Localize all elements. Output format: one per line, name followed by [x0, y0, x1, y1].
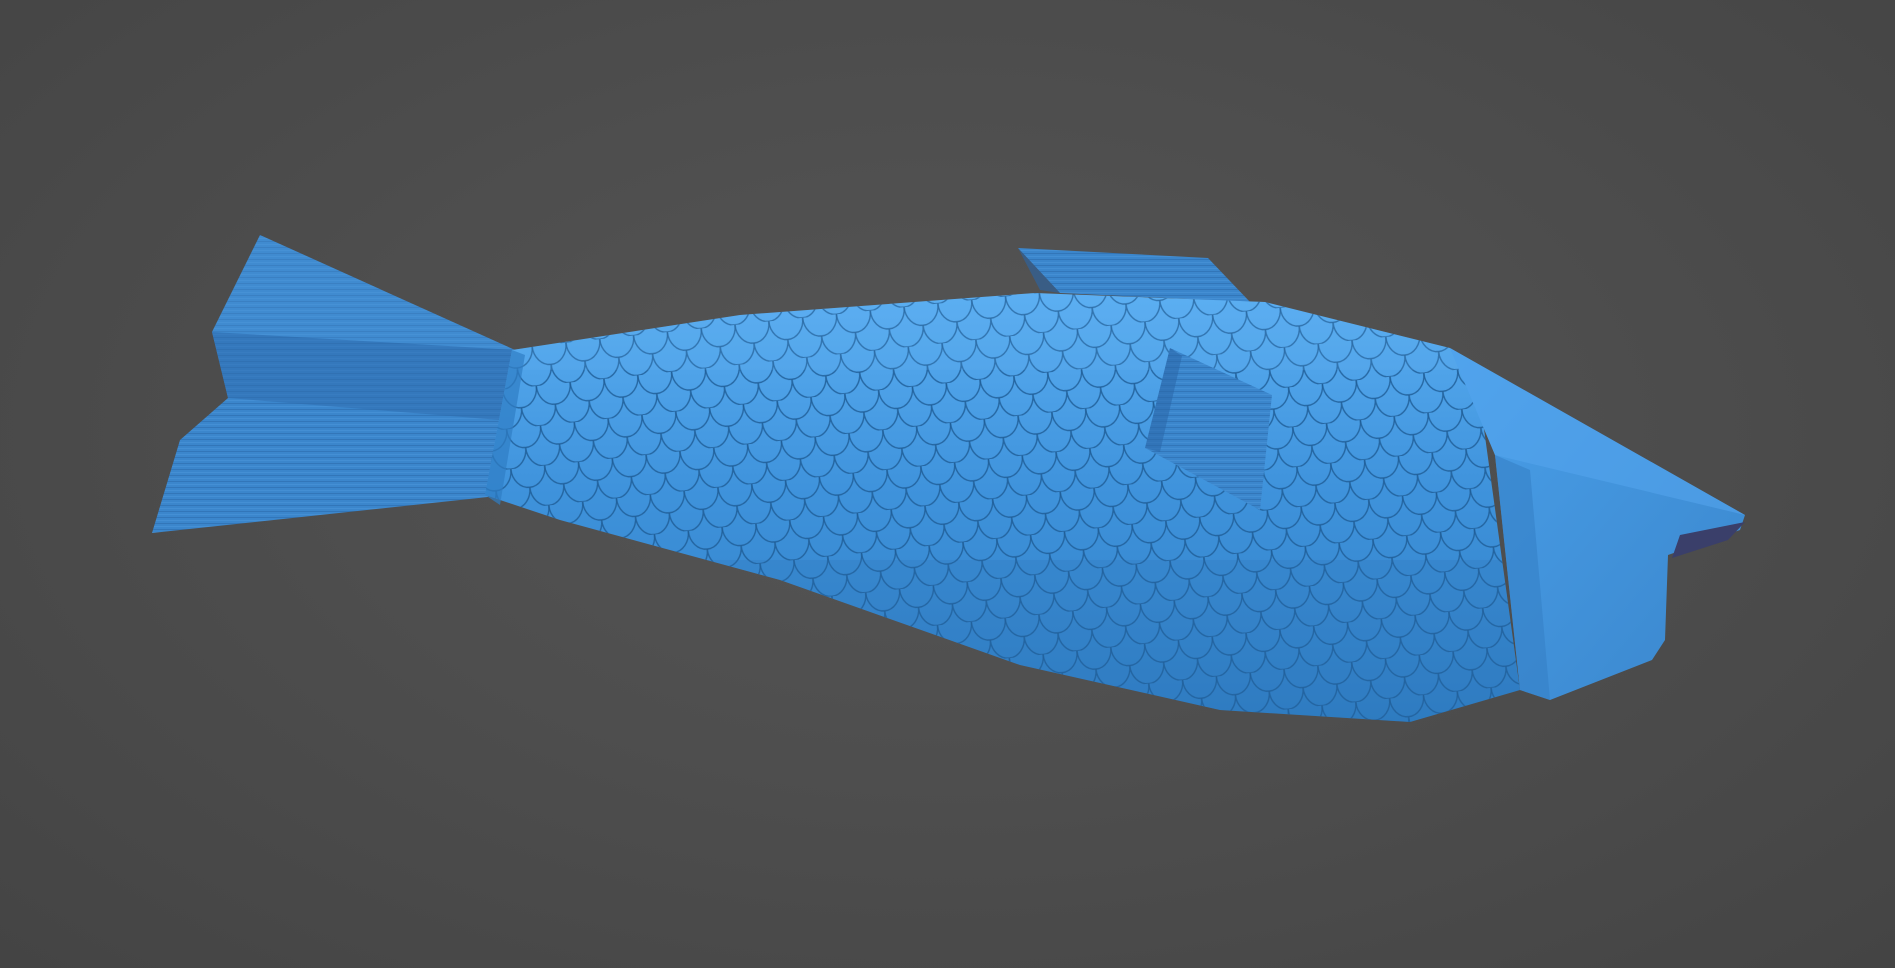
tail-fin-icon	[152, 235, 515, 533]
fish-model[interactable]	[0, 0, 1895, 968]
3d-viewport[interactable]	[0, 0, 1895, 968]
body-scales	[485, 293, 1520, 722]
